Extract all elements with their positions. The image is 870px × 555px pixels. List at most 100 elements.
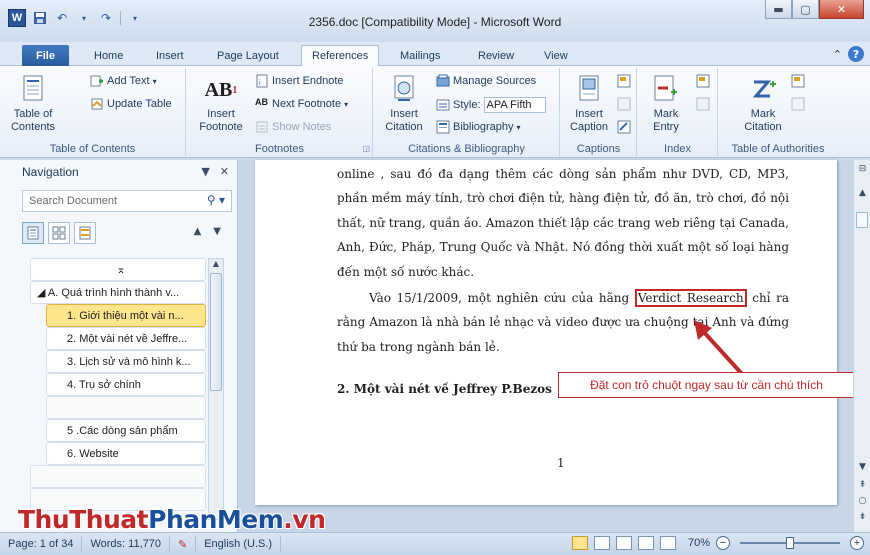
bibliography-button[interactable]: Bibliography ▾	[436, 120, 521, 134]
page-count[interactable]: Page: 1 of 34	[0, 536, 83, 552]
ruler-toggle-icon[interactable]: ⊟	[856, 164, 869, 174]
next-page-icon[interactable]: ⇟	[856, 512, 869, 522]
table-of-contents-button[interactable]: Table of Contents	[8, 74, 58, 134]
mark-citation-icon	[752, 80, 776, 98]
zoom-slider[interactable]	[740, 537, 840, 549]
style-dropdown[interactable]: APA Fifth	[483, 97, 546, 113]
footnotes-launcher-icon[interactable]: ◲	[362, 144, 370, 153]
insert-footnote-button[interactable]: AB 1 Insert Footnote	[195, 74, 247, 134]
navigation-title: Navigation	[22, 165, 79, 179]
scroll-up-icon[interactable]: ▲	[209, 259, 223, 272]
navigation-header-controls: ▼ ✕	[201, 165, 229, 178]
paragraph-amazon-products: online , sau đó đa dạng thêm các dòng sả…	[337, 167, 789, 279]
zoom-slider-thumb[interactable]	[786, 537, 794, 549]
tab-insert[interactable]: Insert	[146, 45, 194, 66]
navigation-scroll-thumb[interactable]	[210, 273, 222, 391]
group-label-citations: Citations & Bibliography	[408, 143, 525, 155]
tab-file[interactable]: File	[22, 45, 69, 66]
title-bar: W ↶ ▾ ↷ ▾ 2356.doc [Compatibility Mode] …	[0, 0, 870, 42]
navigation-heading-item[interactable]: 3. Lịch sử và mô hình k...	[46, 350, 206, 373]
outline-view-icon[interactable]	[637, 536, 654, 550]
mark-entry-button[interactable]: Mark Entry	[644, 74, 688, 134]
navigation-heading-item[interactable]: 4. Trụ sở chính	[46, 373, 206, 396]
table-of-contents-icon	[23, 75, 43, 101]
tab-mailings[interactable]: Mailings	[390, 45, 450, 66]
minimize-ribbon-icon[interactable]: ⌃	[833, 48, 842, 61]
next-heading-icon[interactable]: ▼	[213, 226, 221, 237]
navigation-heading-item[interactable]: 6. Website	[46, 442, 206, 465]
language-indicator[interactable]: English (U.S.)	[196, 536, 282, 552]
manage-sources-button[interactable]: Manage Sources	[436, 74, 536, 88]
help-icon[interactable]: ?	[848, 46, 864, 62]
navigation-heading-item[interactable]: 2. Một vài nét về Jeffre...	[46, 327, 206, 350]
insert-caption-button[interactable]: Insert Caption	[565, 74, 613, 134]
zoom-level[interactable]: 70%	[688, 537, 710, 549]
group-label-footnotes: Footnotes	[255, 143, 304, 155]
pane-options-icon[interactable]: ▼	[201, 165, 209, 178]
scroll-up-arrow-icon[interactable]: ▲	[856, 188, 869, 198]
close-button[interactable]: ✕	[819, 0, 864, 19]
insert-endnote-button[interactable]: i Insert Endnote	[255, 74, 344, 88]
browse-headings-tab[interactable]	[22, 222, 44, 244]
next-footnote-button[interactable]: AB Next Footnote ▾	[255, 97, 348, 111]
insert-table-of-figures-icon[interactable]	[617, 74, 631, 88]
update-table-of-authorities-icon[interactable]	[791, 97, 805, 111]
zoom-in-icon[interactable]: +	[850, 536, 864, 550]
word-count[interactable]: Words: 11,770	[82, 536, 170, 552]
web-layout-view-icon[interactable]	[615, 536, 632, 550]
zoom-out-icon[interactable]: −	[716, 536, 730, 550]
navigation-heading-item[interactable]: 5 .Các dòng sản phẩm	[46, 419, 206, 442]
tab-page-layout[interactable]: Page Layout	[207, 45, 289, 66]
group-captions: Insert Caption Captions	[561, 68, 637, 156]
collapse-all-button[interactable]: ⌅	[30, 258, 206, 281]
full-screen-reading-view-icon[interactable]	[593, 536, 610, 550]
group-footnotes: AB 1 Insert Footnote i Insert Endnote AB …	[187, 68, 373, 156]
select-browse-object-icon[interactable]: ○	[856, 496, 869, 506]
minimize-button[interactable]: ▬	[765, 0, 792, 19]
highlighted-word[interactable]: Verdict Research	[634, 289, 747, 308]
update-table-of-figures-icon[interactable]	[617, 97, 631, 111]
show-notes-button[interactable]: Show Notes	[255, 120, 331, 134]
pane-close-icon[interactable]: ✕	[220, 165, 229, 178]
navigation-heading-item[interactable]	[46, 396, 206, 419]
tab-view[interactable]: View	[534, 45, 578, 66]
mark-citation-button[interactable]: Mark Citation	[733, 74, 793, 134]
document-scroll-thumb[interactable]	[856, 212, 868, 228]
search-icon[interactable]: ⚲ ▾	[207, 193, 225, 207]
navigation-scrollbar[interactable]: ▲	[208, 258, 224, 520]
insert-citation-button[interactable]: Insert Citation	[376, 74, 432, 134]
insert-index-icon[interactable]	[696, 74, 710, 88]
previous-page-icon[interactable]: ⇞	[856, 480, 869, 490]
update-table-button[interactable]: Update Table	[90, 97, 172, 111]
browse-pages-tab[interactable]	[48, 222, 70, 244]
navigation-headings-list: ⌅ ◢ A. Quá trình hình thành v... 1. Giới t…	[30, 258, 206, 520]
previous-heading-icon[interactable]: ▲	[194, 226, 202, 237]
navigation-heading-item[interactable]: 1. Giới thiệu một vài n...	[46, 304, 206, 327]
maximize-button[interactable]: ▢	[792, 0, 819, 19]
tab-references[interactable]: References	[301, 45, 380, 66]
ribbon-right-controls: ⌃ ?	[833, 46, 864, 62]
tab-review[interactable]: Review	[468, 45, 524, 66]
tab-home[interactable]: Home	[84, 45, 133, 66]
section-heading: 2. Một vài nét về Jeffrey P.Bezos	[337, 382, 552, 396]
style-selector[interactable]: Style: APA Fifth	[436, 97, 546, 113]
update-index-icon[interactable]	[696, 97, 710, 111]
navigation-heading-item[interactable]: ◢ A. Quá trình hình thành v...	[30, 281, 206, 304]
browse-results-tab[interactable]	[74, 222, 96, 244]
insert-table-of-authorities-icon[interactable]	[791, 74, 805, 88]
next-footnote-icon: AB	[255, 97, 268, 107]
print-layout-view-icon[interactable]	[571, 536, 588, 550]
search-placeholder: Search Document	[29, 195, 118, 207]
bibliography-label: Bibliography	[453, 121, 514, 133]
draft-view-icon[interactable]	[659, 536, 676, 550]
search-document-input[interactable]: Search Document ⚲ ▾	[22, 190, 232, 212]
status-bar: Page: 1 of 34 Words: 11,770 ✎ English (U…	[0, 532, 870, 555]
navigation-heading-item[interactable]	[30, 465, 206, 488]
document-scrollbar[interactable]: ⊟ ▲ ▼ ⇞ ○ ⇟	[853, 160, 870, 532]
cross-reference-icon[interactable]	[617, 120, 631, 134]
proofing-icon[interactable]: ✎	[170, 536, 197, 552]
scroll-down-arrow-icon[interactable]: ▼	[856, 462, 869, 472]
update-table-label: Update Table	[107, 98, 172, 110]
add-text-button[interactable]: Add Text ▾	[90, 74, 157, 88]
ribbon: Table of Contents Add Text ▾ Update Table…	[0, 66, 870, 158]
